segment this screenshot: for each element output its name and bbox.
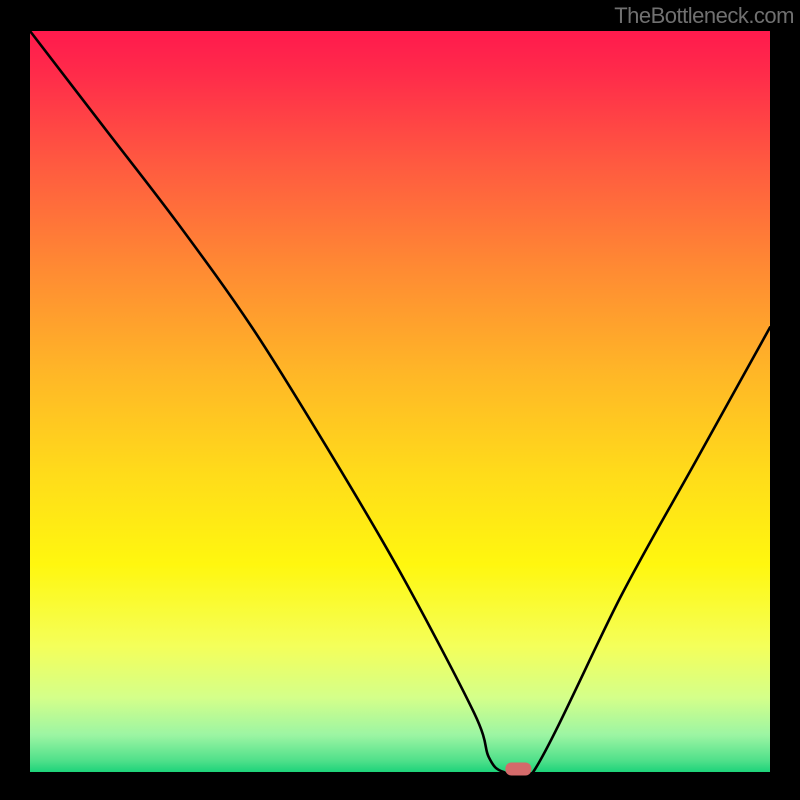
chart-background-gradient [30,31,770,772]
optimal-point-marker [505,763,531,776]
attribution-text: TheBottleneck.com [614,3,794,29]
bottleneck-chart [0,0,800,800]
